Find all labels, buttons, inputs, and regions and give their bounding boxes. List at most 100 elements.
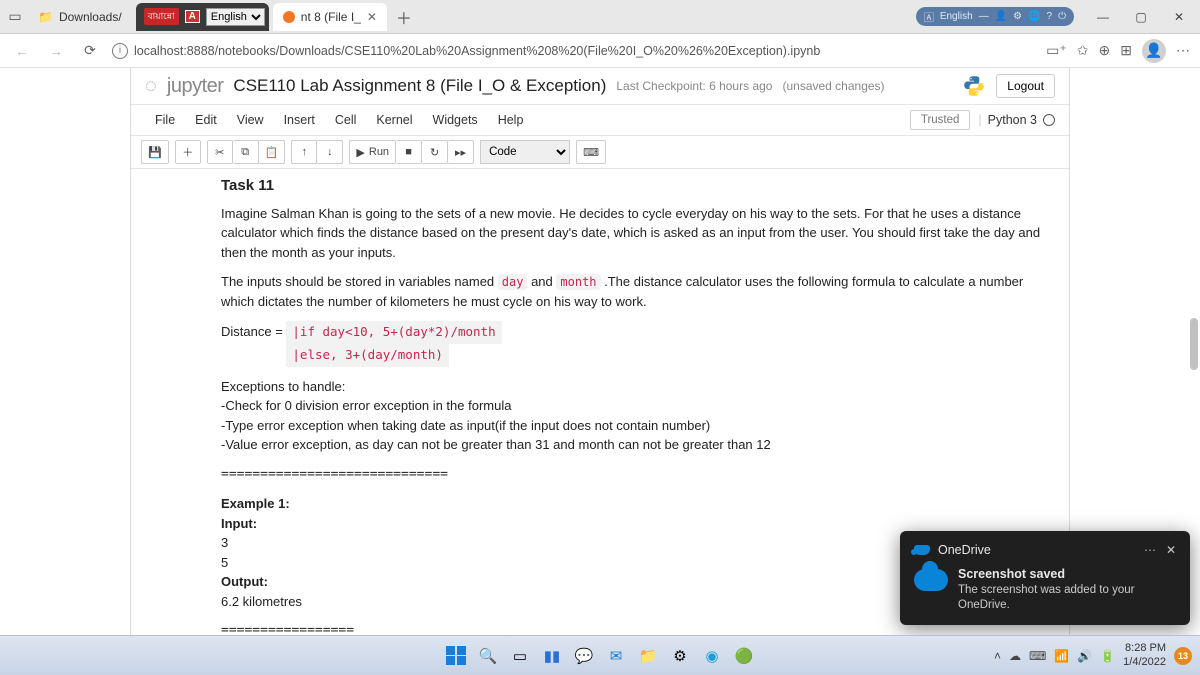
- help-circle-icon: ?: [1047, 11, 1053, 22]
- menu-file[interactable]: File: [145, 109, 185, 131]
- explorer-icon[interactable]: 📁: [635, 643, 661, 669]
- inputs-paragraph: The inputs should be stored in variables…: [221, 272, 1055, 311]
- translate-badge[interactable]: 🄰 English — 👤 ⚙ 🌐 ? ⏻: [916, 7, 1074, 26]
- translate-sep: —: [979, 11, 989, 22]
- extensions-icon[interactable]: ⊞: [1120, 42, 1132, 59]
- copy-button[interactable]: ⧉: [233, 140, 259, 164]
- menu-insert[interactable]: Insert: [274, 109, 325, 131]
- kernel-status-icon: [1043, 114, 1055, 126]
- search-button[interactable]: 🔍: [475, 643, 501, 669]
- kernel-indicator[interactable]: | Python 3: [978, 113, 1055, 127]
- taskview-button[interactable]: ▭: [507, 643, 533, 669]
- menu-help[interactable]: Help: [488, 109, 534, 131]
- onedrive-toast: OneDrive ⋯ ✕ Screenshot saved The screen…: [900, 531, 1190, 625]
- battery-icon[interactable]: 🔋: [1100, 649, 1115, 663]
- back-button[interactable]: ←: [10, 39, 34, 63]
- volume-icon[interactable]: 🔊: [1077, 649, 1092, 663]
- forward-button[interactable]: →: [44, 39, 68, 63]
- clock[interactable]: 8:28 PM 1/4/2022: [1123, 642, 1166, 668]
- folder-icon: 📁: [38, 10, 53, 24]
- formula-block: Distance = |if day<10, 5+(day*2)/month D…: [221, 321, 1055, 367]
- stop-button[interactable]: ■: [396, 140, 422, 164]
- sidebar-toggle-icon[interactable]: ▭: [6, 8, 24, 26]
- power-icon: ⏻: [1058, 11, 1066, 22]
- chevron-up-icon[interactable]: ˄: [994, 649, 1001, 663]
- var-month: month: [556, 274, 600, 290]
- exceptions-block: Exceptions to handle: -Check for 0 divis…: [221, 377, 1055, 455]
- notebook-title[interactable]: CSE110 Lab Assignment 8 (File I_O & Exce…: [233, 76, 606, 96]
- tab-notebook[interactable]: nt 8 (File I_ ✕: [273, 3, 387, 31]
- translate-lang: English: [940, 11, 973, 22]
- cloud-icon: [914, 569, 948, 591]
- run-button[interactable]: ▶ Run: [349, 140, 396, 164]
- notification-badge[interactable]: 13: [1174, 647, 1192, 665]
- var-day: day: [498, 274, 528, 290]
- trusted-badge[interactable]: Trusted: [910, 110, 971, 130]
- window-controls: — ▢ ✕: [1088, 3, 1194, 31]
- onedrive-icon: [914, 545, 930, 555]
- chrome-icon[interactable]: 🟢: [731, 643, 757, 669]
- add-cell-button[interactable]: ＋: [175, 140, 201, 164]
- onedrive-tray-icon[interactable]: ☁: [1009, 649, 1021, 663]
- tab-label: nt 8 (File I_: [301, 10, 361, 24]
- checkpoint-label: Last Checkpoint: 6 hours ago: [616, 79, 772, 93]
- restart-run-button[interactable]: ▸▸: [448, 140, 474, 164]
- restart-button[interactable]: ↻: [422, 140, 448, 164]
- avro-badge: বায়ান্নো: [144, 8, 179, 25]
- move-up-button[interactable]: ↑: [291, 140, 317, 164]
- globe-icon: 🌐: [1028, 11, 1040, 22]
- toast-message: The screenshot was added to your OneDriv…: [958, 583, 1176, 613]
- translate-icon: 🄰: [924, 9, 934, 24]
- jupyter-logo-icon: ◌: [145, 75, 157, 98]
- menu-view[interactable]: View: [227, 109, 274, 131]
- close-button[interactable]: ✕: [1164, 3, 1194, 31]
- browser-tab-strip: ▭ 📁 Downloads/ বায়ান্নো A English nt 8 …: [0, 0, 1200, 34]
- language-select[interactable]: English: [206, 8, 265, 26]
- menu-cell[interactable]: Cell: [325, 109, 367, 131]
- edge-icon[interactable]: ◉: [699, 643, 725, 669]
- url-field[interactable]: i localhost:8888/notebooks/Downloads/CSE…: [112, 43, 1036, 59]
- tab-downloads[interactable]: 📁 Downloads/: [28, 3, 132, 31]
- minimize-button[interactable]: —: [1088, 3, 1118, 31]
- jupyter-menubar: File Edit View Insert Cell Kernel Widget…: [131, 104, 1069, 136]
- tab-avro[interactable]: বায়ান্নো A English: [136, 3, 269, 31]
- windows-taskbar: 🔍 ▭ ▮▮ 💬 ✉ 📁 ⚙ ◉ 🟢 ˄ ☁ ⌨ 📶 🔊 🔋 8:28 PM 1…: [0, 635, 1200, 675]
- logout-button[interactable]: Logout: [996, 74, 1055, 98]
- system-tray: ˄ ☁ ⌨ 📶 🔊 🔋 8:28 PM 1/4/2022 13: [994, 642, 1192, 668]
- collections-icon[interactable]: ⊕: [1099, 42, 1111, 59]
- command-palette-button[interactable]: ⌨: [576, 140, 606, 164]
- widgets-button[interactable]: ▮▮: [539, 643, 565, 669]
- favorite-icon[interactable]: ✩: [1077, 42, 1089, 59]
- close-icon[interactable]: ✕: [367, 10, 377, 24]
- profile-avatar[interactable]: 👤: [1142, 39, 1166, 63]
- page-scrollbar[interactable]: [1188, 50, 1198, 540]
- jupyter-toolbar: 💾 ＋ ✂ ⧉ 📋 ↑ ↓ ▶ Run ■ ↻ ▸▸ Code ⌨: [131, 136, 1069, 169]
- mail-app-icon[interactable]: ✉: [603, 643, 629, 669]
- reader-icon[interactable]: ▭⁺: [1046, 42, 1067, 59]
- paste-button[interactable]: 📋: [259, 140, 286, 164]
- menu-edit[interactable]: Edit: [185, 109, 227, 131]
- new-tab-button[interactable]: ＋: [391, 4, 417, 30]
- cut-button[interactable]: ✂: [207, 140, 233, 164]
- date-label: 1/4/2022: [1123, 656, 1166, 669]
- celltype-select[interactable]: Code: [480, 140, 570, 164]
- person-icon: 👤: [995, 11, 1007, 22]
- toast-close-button[interactable]: ✕: [1166, 543, 1176, 557]
- maximize-button[interactable]: ▢: [1126, 3, 1156, 31]
- move-down-button[interactable]: ↓: [317, 140, 343, 164]
- jupyter-tab-icon: [283, 11, 295, 23]
- chat-button[interactable]: 💬: [571, 643, 597, 669]
- menu-widgets[interactable]: Widgets: [423, 109, 488, 131]
- save-button[interactable]: 💾: [141, 140, 169, 164]
- tab-label: Downloads/: [59, 10, 122, 24]
- site-info-icon[interactable]: i: [112, 43, 128, 59]
- toast-more-icon[interactable]: ⋯: [1144, 543, 1158, 557]
- jupyter-logo-text: jupyter: [167, 75, 224, 98]
- settings-icon[interactable]: ⚙: [667, 643, 693, 669]
- taskbar-center: 🔍 ▭ ▮▮ 💬 ✉ 📁 ⚙ ◉ 🟢: [443, 643, 757, 669]
- start-button[interactable]: [443, 643, 469, 669]
- wifi-icon[interactable]: 📶: [1054, 649, 1069, 663]
- refresh-button[interactable]: ⟳: [78, 39, 102, 63]
- keyboard-tray-icon[interactable]: ⌨: [1029, 649, 1046, 663]
- menu-kernel[interactable]: Kernel: [366, 109, 422, 131]
